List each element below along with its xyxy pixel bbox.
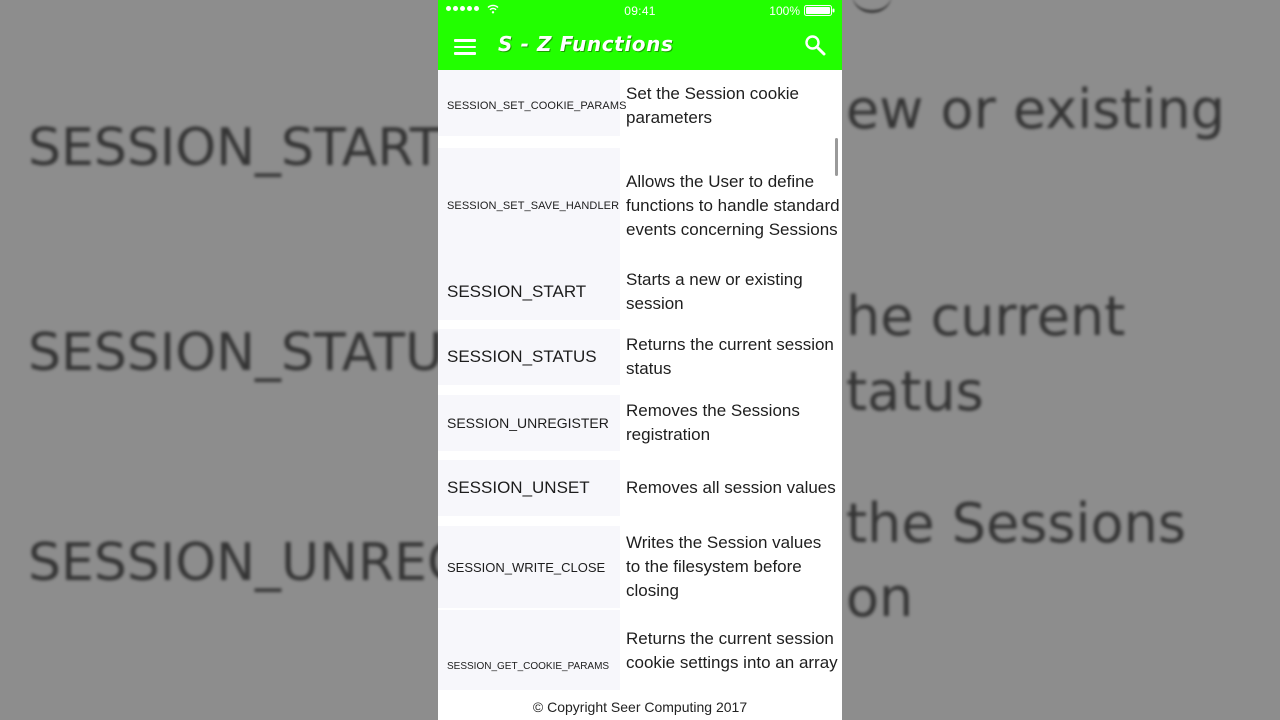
function-description: Removes the Sessions registration (626, 401, 800, 444)
hamburger-menu-icon[interactable] (454, 39, 476, 55)
copyright-footer: © Copyright Seer Computing 2017 (438, 690, 842, 720)
background-text-right: ew or existing (846, 78, 1226, 141)
list-item[interactable]: SESSION_STATUS Returns the current sessi… (438, 329, 842, 385)
function-description: Removes all session values (626, 478, 836, 497)
battery-percentage: 100% (769, 4, 800, 18)
background-text-right: he current (846, 285, 1126, 348)
status-bar: 09:41 100% (438, 0, 842, 22)
function-description: Allows the User to define functions to h… (626, 172, 840, 239)
function-name: SESSION_GET_COOKIE_PARAMS (447, 661, 610, 672)
list-item[interactable]: SESSION_GET_COOKIE_PARAMS Returns the cu… (438, 610, 842, 690)
function-name: SESSION_SET_SAVE_HANDLER (447, 200, 620, 212)
phone-screen: 09:41 100% S - Z Functions SESSION_SET_C… (438, 0, 842, 720)
list-item[interactable]: SESSION_UNREGISTER Removes the Sessions … (438, 395, 842, 451)
background-text-right: the Sessions (846, 492, 1186, 555)
function-description: Set the Session cookie parameters (626, 84, 799, 127)
list-item[interactable]: SESSION_START Starts a new or existing s… (438, 264, 842, 320)
battery-icon (804, 5, 835, 16)
function-description: Writes the Session values to the filesys… (626, 533, 822, 600)
function-name: SESSION_START (447, 282, 587, 301)
list-item[interactable]: SESSION_WRITE_CLOSE Writes the Session v… (438, 526, 842, 608)
function-name: SESSION_SET_COOKIE_PARAMS (447, 100, 627, 112)
function-name: SESSION_UNSET (447, 478, 590, 497)
function-name: SESSION_STATUS (447, 347, 597, 366)
background-text-right: tatus (846, 360, 984, 423)
list-item[interactable]: SESSION_UNSET Removes all session values (438, 460, 842, 516)
function-description: Returns the current session cookie setti… (626, 629, 838, 672)
scrollbar[interactable] (835, 138, 838, 176)
function-list[interactable]: SESSION_SET_COOKIE_PARAMS Set the Sessio… (438, 70, 842, 690)
function-description: Starts a new or existing session (626, 270, 803, 313)
function-name: SESSION_WRITE_CLOSE (447, 559, 606, 575)
background-text-left: SESSION_STATU (28, 323, 444, 383)
search-icon[interactable] (804, 34, 826, 56)
page-title: S - Z Functions (498, 32, 674, 56)
list-item[interactable]: SESSION_SET_COOKIE_PARAMS Set the Sessio… (438, 76, 842, 136)
function-description: Returns the current session status (626, 335, 834, 378)
list-item[interactable]: SESSION_SET_SAVE_HANDLER Allows the User… (438, 148, 842, 264)
background-text-right: on (846, 566, 914, 629)
background-text-left: SESSION_START (28, 118, 442, 178)
background-glyph (852, 0, 892, 13)
app-bar: S - Z Functions (438, 22, 842, 70)
function-name: SESSION_UNREGISTER (447, 415, 609, 431)
